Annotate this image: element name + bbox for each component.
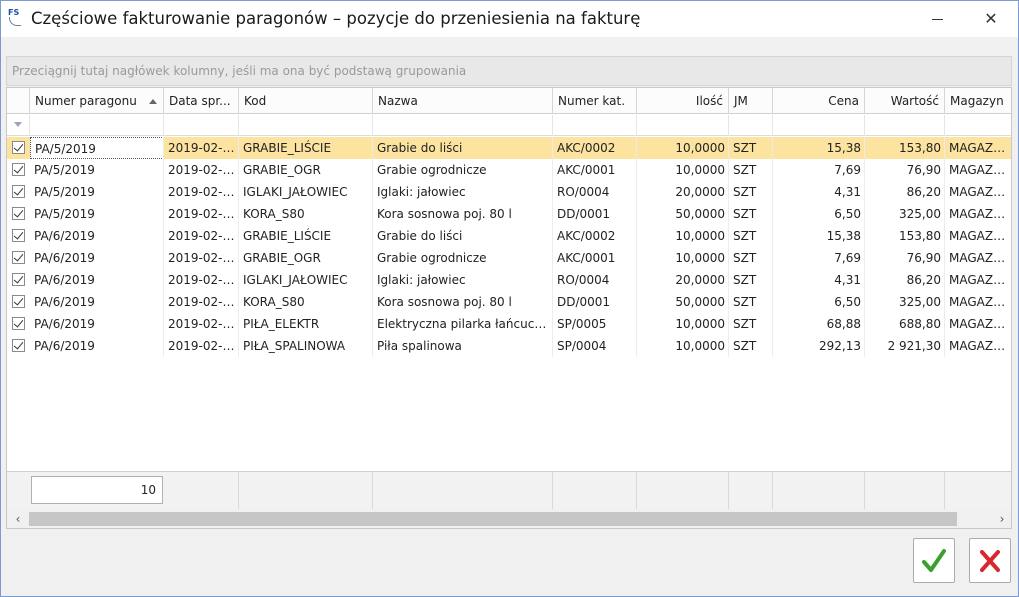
- summary-cell-wartosc: [865, 472, 945, 510]
- minimize-icon: [931, 19, 943, 20]
- table-row[interactable]: PA/5/2019 2019-02-21 GRABIE_LIŚCIE Grabie d…: [7, 137, 1011, 159]
- close-icon: ✕: [984, 9, 998, 28]
- column-header-label: Data spr...: [169, 94, 231, 108]
- summary-footer: 10: [7, 471, 1011, 510]
- summary-cell-jm: [729, 472, 773, 510]
- summary-cell-ilosc: [637, 472, 729, 510]
- column-header-label: Wartość: [890, 94, 939, 108]
- cross-icon: [980, 550, 1000, 572]
- table-row[interactable]: PA/6/2019 2019-02-21 GRABIE_LIŚCIE Grabie d…: [7, 225, 1011, 247]
- column-header-label: Numer kat.: [558, 94, 626, 108]
- summary-cell-cena: [773, 472, 865, 510]
- filter-cell-numer-paragonu[interactable]: [30, 115, 164, 136]
- table-row[interactable]: PA/6/2019 2019-02-21 KORA_S80 Kora sosnowa …: [7, 291, 1011, 313]
- column-header-label: Magazyn: [950, 94, 1004, 108]
- summary-cell-numer-kat: [553, 472, 637, 510]
- window-title: Częściowe fakturowanie paragonów – pozyc…: [31, 9, 641, 28]
- row-checkbox[interactable]: [12, 185, 25, 198]
- filter-cell-nazwa[interactable]: [373, 115, 553, 136]
- column-header-ilosc[interactable]: Ilość: [637, 88, 729, 114]
- horizontal-scrollbar[interactable]: ‹ ›: [7, 509, 1011, 528]
- table-row[interactable]: PA/6/2019 2019-02-21 GRABIE_OGR Grabie ogro…: [7, 247, 1011, 269]
- sort-ascending-icon: [149, 99, 157, 104]
- column-header-label: Numer paragonu: [35, 94, 137, 108]
- column-header-label: Cena: [828, 94, 859, 108]
- group-by-panel[interactable]: Przeciągnij tutaj nagłówek kolumny, jeśl…: [6, 56, 1012, 86]
- filter-cell-wartosc[interactable]: [865, 115, 945, 136]
- app-icon: FS: [7, 7, 25, 29]
- column-header-check[interactable]: [7, 88, 30, 114]
- column-header-cena[interactable]: Cena: [773, 88, 865, 114]
- table-row[interactable]: PA/5/2019 2019-02-21 GRABIE_OGR Grabie ogro…: [7, 159, 1011, 181]
- minimize-button[interactable]: [917, 5, 957, 33]
- row-checkbox[interactable]: [12, 163, 25, 176]
- row-checkbox[interactable]: [12, 273, 25, 286]
- filter-cell-check[interactable]: [7, 115, 30, 136]
- cancel-button[interactable]: [969, 538, 1011, 583]
- filter-icon[interactable]: [14, 122, 22, 127]
- row-checkbox[interactable]: [12, 317, 25, 330]
- title-bar: FS Częściowe fakturowanie paragonów – po…: [1, 1, 1018, 37]
- column-header-magazyn[interactable]: Magazyn: [945, 88, 1011, 114]
- close-button[interactable]: ✕: [971, 5, 1011, 33]
- row-checkbox[interactable]: [12, 229, 25, 242]
- filter-cell-numer-kat[interactable]: [553, 115, 637, 136]
- checkmark-icon: [922, 549, 946, 572]
- summary-cell-data-spr: [164, 472, 239, 510]
- summary-cell-kod: [239, 472, 373, 510]
- column-header-data-spr[interactable]: Data spr...: [164, 88, 239, 114]
- row-checkbox[interactable]: [12, 295, 25, 308]
- filter-cell-data-spr[interactable]: [164, 115, 239, 136]
- row-checkbox[interactable]: [12, 339, 25, 352]
- app-icon-label: FS: [8, 8, 20, 17]
- column-header-kod[interactable]: Kod: [239, 88, 373, 114]
- table-row[interactable]: PA/5/2019 2019-02-21 KORA_S80 Kora sosnowa …: [7, 203, 1011, 225]
- column-header-label: Nazwa: [378, 94, 418, 108]
- column-header-numer-paragonu[interactable]: Numer paragonu: [30, 88, 164, 114]
- row-checkbox[interactable]: [12, 141, 25, 154]
- column-header-jm[interactable]: JM: [729, 88, 773, 114]
- dialog-window: FS Częściowe fakturowanie paragonów – po…: [0, 0, 1019, 597]
- scrollbar-thumb[interactable]: [29, 512, 957, 526]
- table-row[interactable]: PA/5/2019 2019-02-21 IGLAKI_JAŁOWIEC Iglaki…: [7, 181, 1011, 203]
- table-row[interactable]: PA/6/2019 2019-02-21 IGLAKI_JAŁOWIEC Iglaki…: [7, 269, 1011, 291]
- scroll-left-icon[interactable]: ‹: [10, 511, 26, 527]
- column-header-row: Numer paragonu Data spr... Kod Nazwa Numer k…: [7, 88, 1011, 114]
- summary-cell-magazyn: [945, 472, 1011, 510]
- filter-row[interactable]: [7, 115, 1011, 136]
- column-header-numer-kat[interactable]: Numer kat.: [553, 88, 637, 114]
- table-row[interactable]: PA/6/2019 2019-02-21 PIŁA_SPALINOWA Piła sp…: [7, 335, 1011, 357]
- filter-cell-ilosc[interactable]: [637, 115, 729, 136]
- column-header-label: JM: [734, 94, 748, 108]
- filter-cell-jm[interactable]: [729, 115, 773, 136]
- row-checkbox[interactable]: [12, 207, 25, 220]
- column-header-nazwa[interactable]: Nazwa: [373, 88, 553, 114]
- row-checkbox[interactable]: [12, 251, 25, 264]
- row-count-summary: 10: [31, 476, 163, 504]
- column-header-wartosc[interactable]: Wartość: [865, 88, 945, 114]
- filter-cell-magazyn[interactable]: [945, 115, 1011, 136]
- filter-cell-cena[interactable]: [773, 115, 865, 136]
- filter-cell-kod[interactable]: [239, 115, 373, 136]
- column-header-label: Ilość: [695, 94, 723, 108]
- confirm-button[interactable]: [913, 538, 955, 583]
- summary-cell-nazwa: [373, 472, 553, 510]
- scroll-right-icon[interactable]: ›: [994, 511, 1010, 527]
- column-header-label: Kod: [244, 94, 267, 108]
- positions-grid: Numer paragonu Data spr... Kod Nazwa Numer k…: [6, 87, 1012, 529]
- table-row[interactable]: PA/6/2019 2019-02-21 PIŁA_ELEKTR Elektryczn…: [7, 313, 1011, 335]
